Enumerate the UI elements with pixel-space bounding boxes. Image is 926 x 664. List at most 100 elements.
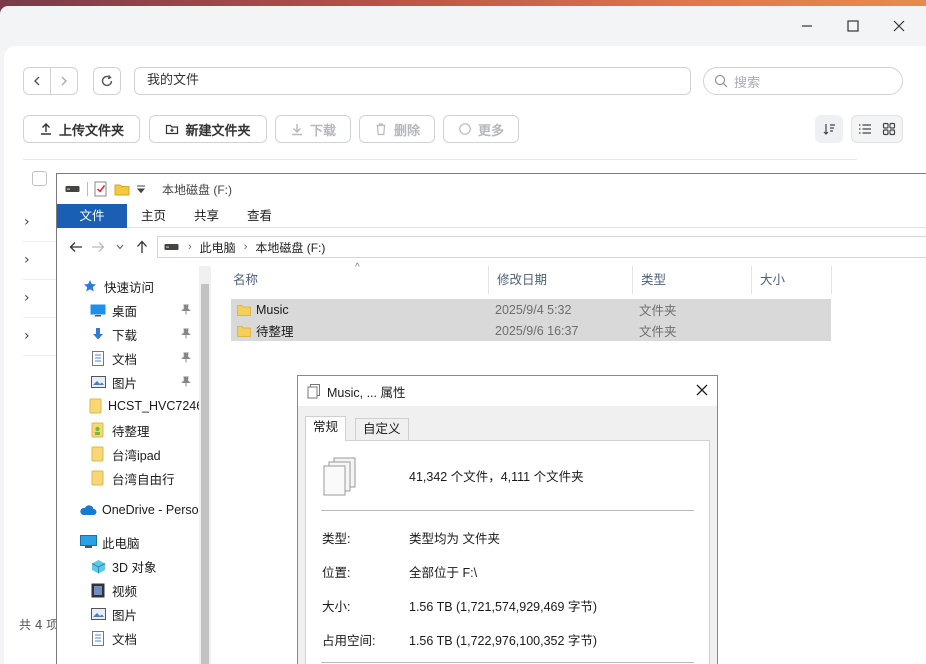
more-label: 更多 [477,123,504,139]
nav-label: 台湾自由行 [112,472,175,487]
maximize-icon [847,20,859,32]
forward-button[interactable] [50,67,78,95]
expand-row-arrow[interactable]: › [24,203,38,241]
refresh-button[interactable] [93,67,121,95]
nav-3d-objects[interactable]: 3D 对象 [57,555,199,577]
breadcrumb-this-pc[interactable]: 此电脑 [200,239,236,256]
size-value: 1.56 TB (1,721,574,929,469 字节) [409,600,598,614]
more-button[interactable]: 更多 [443,115,519,143]
nav-label: 台湾ipad [112,448,161,463]
expand-row-arrow[interactable]: › [24,241,38,279]
new-folder-button[interactable]: 新建文件夹 [149,115,267,143]
search-box[interactable]: 搜索 [703,67,903,95]
nav-quick-access[interactable]: 快速访问 [57,275,199,297]
column-name[interactable]: 名称 [225,266,489,294]
item-count: 共 4 项 [19,618,59,632]
location-value: 全部位于 F:\ [409,566,478,580]
cloud-icon [79,502,97,518]
explorer-title: 本地磁盘 (F:) [162,182,232,197]
close-dialog-button[interactable] [695,383,709,397]
column-date[interactable]: 修改日期 [489,266,633,294]
nav-label: 3D 对象 [112,560,157,575]
pin-icon[interactable] [181,352,191,363]
file-row-pending[interactable]: 待整理 2025/9/6 16:37 文件夹 [231,320,831,341]
divider [321,662,694,663]
file-row-music[interactable]: Music 2025/9/4 5:32 文件夹 [231,299,831,320]
tab-home[interactable]: 主页 [127,204,180,228]
breadcrumb-separator-icon: › [188,241,192,253]
tab-file[interactable]: 文件 [57,203,127,228]
recent-dropdown-icon[interactable] [109,244,131,250]
folder-qat-icon[interactable] [114,182,130,196]
nav-folder-hcst[interactable]: HCST_HVC7246 [57,395,199,417]
back-arrow-icon[interactable] [65,241,87,253]
upload-folder-button[interactable]: 上传文件夹 [23,115,140,143]
pin-icon[interactable] [181,328,191,339]
file-name: 待整理 [256,325,294,339]
properties-dialog: Music, ... 属性 常规 自定义 41,342 个文件，4,111 个文… [297,375,718,664]
tab-custom[interactable]: 自定义 [355,418,409,440]
folder-user-icon [89,422,107,438]
download-icon [290,122,304,136]
breadcrumb-drive[interactable]: 本地磁盘 (F:) [255,239,325,256]
view-toggle[interactable] [851,115,903,143]
address-row: › 此电脑 › 本地磁盘 (F:) [57,234,926,260]
properties-general-panel: 41,342 个文件，4,111 个文件夹 类型: 类型均为 文件夹 位置: 全… [305,440,710,664]
properties-qat-icon[interactable] [94,181,108,197]
nav-folder-trip[interactable]: 台湾自由行 [57,467,199,489]
back-button[interactable] [23,67,51,95]
nav-label: 桌面 [112,304,138,319]
qat-dropdown-icon[interactable] [136,184,146,194]
close-window-button[interactable] [876,12,922,40]
pin-icon[interactable] [181,304,191,315]
nav-documents[interactable]: 文档 [57,347,199,369]
maximize-button[interactable] [830,12,876,40]
picture-icon [89,374,107,390]
tab-share[interactable]: 共享 [180,204,233,228]
computer-icon [79,534,97,550]
download-button[interactable]: 下载 [275,115,351,143]
delete-label: 删除 [393,123,420,139]
close-icon [696,384,708,396]
list-view-icon[interactable] [853,123,877,135]
cube-icon [89,558,107,574]
minimize-button[interactable] [784,12,830,40]
disk-size-value: 1.56 TB (1,722,976,100,352 字节) [409,634,598,648]
nav-pictures[interactable]: 图片 [57,371,199,393]
nav-desktop[interactable]: 桌面 [57,299,199,321]
folder-icon [237,325,251,337]
type-value: 类型均为 文件夹 [409,532,500,546]
folder-icon [89,470,107,486]
nav-folder-pending[interactable]: 待整理 [57,419,199,441]
nav-scrollbar[interactable] [199,266,211,664]
document-icon [89,630,107,646]
nav-pc-pictures[interactable]: 图片 [57,603,199,625]
nav-label: 文档 [112,632,138,647]
minimize-icon [802,25,812,27]
sort-button[interactable] [815,115,843,143]
nav-videos[interactable]: 视频 [57,579,199,601]
tab-view[interactable]: 查看 [233,204,286,228]
nav-downloads[interactable]: 下载 [57,323,199,345]
tab-general[interactable]: 常规 [305,416,347,441]
folder-icon [89,398,103,414]
nav-pc-documents[interactable]: 文档 [57,627,199,649]
grid-view-icon[interactable] [877,122,901,136]
up-arrow-icon[interactable] [131,240,153,254]
expand-row-arrow[interactable]: › [24,317,38,355]
address-bar[interactable]: › 此电脑 › 本地磁盘 (F:) [157,236,926,258]
search-icon [714,74,728,88]
path-bar[interactable]: 我的文件 [134,67,691,95]
upload-label: 上传文件夹 [58,123,124,139]
nav-folder-ipad[interactable]: 台湾ipad [57,443,199,465]
nav-scrollbar-thumb[interactable] [201,284,209,664]
nav-this-pc[interactable]: 此电脑 [57,531,199,553]
delete-button[interactable]: 删除 [359,115,435,143]
select-all-checkbox[interactable] [32,171,47,186]
expand-row-arrow[interactable]: › [24,279,38,317]
column-type[interactable]: 类型 [633,266,752,294]
column-size[interactable]: 大小 [752,266,832,294]
forward-arrow-icon[interactable] [87,241,109,253]
pin-icon[interactable] [181,376,191,387]
nav-onedrive[interactable]: OneDrive - Personal [57,499,199,521]
